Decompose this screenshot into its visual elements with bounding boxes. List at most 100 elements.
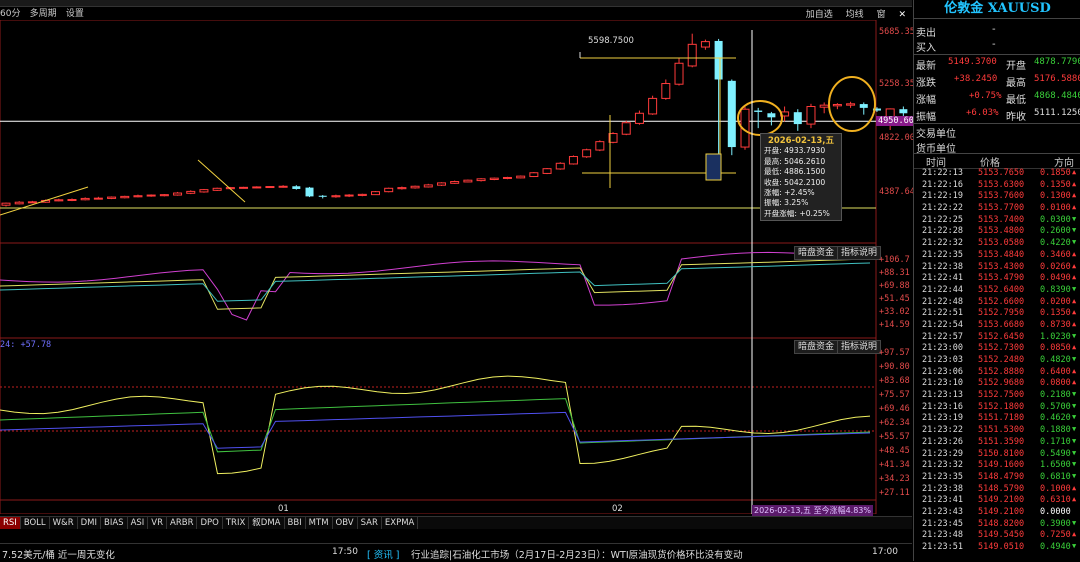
indicator-tab[interactable]: DMI	[78, 517, 101, 529]
rsi-axis-label: +88.31	[879, 268, 910, 278]
tick-price: 5152.9680	[978, 378, 1025, 389]
indicator-tab[interactable]: 叙DMA	[249, 517, 285, 529]
tick-row: 21:23:51 5149.0510 0.4940 ▼	[914, 542, 1080, 554]
settings-button[interactable]: 设置	[66, 9, 84, 19]
tooltip-open-change: 开盘涨幅: +0.25%	[764, 208, 830, 218]
tick-row: 21:22:44 5152.6400 0.8390 ▼	[914, 285, 1080, 297]
candle-body	[93, 197, 103, 200]
rsi3-axis-label: +75.57	[879, 390, 910, 400]
candle-body	[252, 186, 262, 189]
candle-body	[529, 172, 539, 178]
tick-row: 21:22:48 5152.6600 0.0200 ▲	[914, 297, 1080, 309]
indicator-tab[interactable]: MTM	[306, 517, 333, 529]
tick-row: 21:23:16 5152.1800 0.5700 ▼	[914, 402, 1080, 414]
add-watchlist-button[interactable]: 加自选	[806, 10, 833, 20]
prev-close-value: 5111.1250	[1034, 108, 1080, 118]
tick-row: 21:23:00 5152.7300 0.0850 ▲	[914, 343, 1080, 355]
indicator-tab[interactable]: DPO	[197, 517, 223, 529]
candle-body	[397, 187, 407, 190]
rsi3-axis-label: +27.11	[879, 488, 910, 498]
candle-body	[502, 176, 512, 179]
tick-volume: 0.5700	[1040, 401, 1071, 412]
tick-volume: 0.8390	[1040, 284, 1071, 295]
indicator-tab[interactable]: BOLL	[21, 517, 50, 529]
open-label: 开盘	[1006, 61, 1026, 72]
tooltip-amp: 振幅: 3.25%	[764, 198, 809, 208]
candle-body	[292, 186, 301, 189]
tick-volume: 1.6500	[1040, 460, 1071, 471]
indicator-tab[interactable]: EXPMA	[382, 517, 419, 529]
news-tag[interactable]: [ 资讯 ]	[367, 547, 399, 561]
window-button[interactable]: 窗	[877, 10, 886, 20]
down-arrow-icon: ▼	[1072, 413, 1077, 422]
candle-body	[27, 201, 37, 204]
indicator-tab[interactable]: ARBR	[167, 517, 198, 529]
tick-row: 21:22:38 5153.4300 0.0260 ▲	[914, 262, 1080, 274]
rsi3-line-mid	[0, 398, 871, 453]
indicator-tab[interactable]: BIAS	[101, 517, 128, 529]
tick-time: 21:23:00	[922, 343, 963, 354]
tick-row: 21:22:41 5153.4790 0.0490 ▲	[914, 273, 1080, 285]
chart-area[interactable]: 5685.353 5258.356 4950.605 4822.001 4387…	[0, 20, 921, 516]
candle-body	[133, 195, 143, 198]
tick-row: 21:23:32 5149.1600 1.6500 ▼	[914, 460, 1080, 472]
indicator-tab[interactable]: VR	[148, 517, 168, 529]
indicator-tab[interactable]: W&R	[50, 517, 78, 529]
candle-body	[846, 103, 856, 106]
buy-label: 买入	[916, 43, 936, 54]
news-headline[interactable]: 行业追踪|石油化工市场（2月17日-2月23日）：WTI原油现货价格环比没有变动	[411, 547, 743, 561]
tick-price: 5148.5790	[978, 483, 1025, 494]
tick-row: 21:23:41 5149.2100 0.6310 ▲	[914, 495, 1080, 507]
change-row: 涨跌 +38.2450 最高 5176.5880	[914, 72, 1080, 89]
tick-volume: 0.0850	[1040, 343, 1071, 354]
tick-row: 21:23:03 5152.2480 0.4820 ▼	[914, 355, 1080, 367]
up-arrow-icon: ▲	[1072, 366, 1077, 375]
indicator-help-button[interactable]: 指标说明	[837, 246, 882, 260]
dark-pool-button[interactable]: 暗盘资金	[794, 246, 839, 260]
close-icon[interactable]: ✕	[898, 10, 906, 20]
rsi3-axis-label: +83.68	[879, 376, 910, 386]
tick-price: 5149.2100	[978, 506, 1025, 517]
chart-canvas[interactable]	[0, 20, 912, 514]
period-button[interactable]: 60分	[0, 9, 20, 19]
tick-volume: 0.8730	[1040, 319, 1071, 330]
tick-time: 21:23:43	[922, 506, 963, 517]
candle-body	[595, 141, 605, 151]
dark-pool-button-2[interactable]: 暗盘资金	[794, 340, 839, 354]
up-arrow-icon: ▲	[1072, 261, 1077, 270]
up-arrow-icon: ▲	[1072, 530, 1077, 539]
tick-volume: 0.6310	[1040, 495, 1071, 506]
indicator-tab[interactable]: RSI	[0, 517, 21, 529]
tick-volume: 0.1350	[1040, 179, 1071, 190]
indicator-tab[interactable]: BBI	[285, 517, 306, 529]
indicator-help-button-2[interactable]: 指标说明	[837, 340, 882, 354]
rsi3-axis-label: +97.57	[879, 348, 910, 358]
multi-period-button[interactable]: 多周期	[30, 9, 57, 19]
down-arrow-icon: ▼	[1072, 331, 1077, 340]
high-value: 5176.5880	[1034, 74, 1080, 84]
x-axis-label: 02	[612, 504, 623, 514]
candle-body	[410, 185, 420, 189]
indicator-tab[interactable]: ASI	[128, 517, 149, 529]
candle-body	[173, 192, 183, 196]
indicator-tab[interactable]: OBV	[333, 517, 358, 529]
indicator-tab[interactable]: TRIX	[223, 517, 250, 529]
tick-row: 21:22:57 5152.6450 1.0230 ▼	[914, 332, 1080, 344]
indicator-tab[interactable]: SAR	[358, 517, 382, 529]
chart-toolbar: 60分 多周期 设置 加自选 均线 窗 ✕	[0, 6, 912, 20]
tick-list[interactable]: 21:22:13 5153.7650 0.1850 ▲ 21:22:16 5153.630…	[914, 168, 1080, 554]
ma-line-button[interactable]: 均线	[846, 10, 864, 20]
tick-row: 21:22:25 5153.7400 0.0300 ▼	[914, 215, 1080, 227]
candle-body	[634, 112, 644, 124]
up-arrow-icon: ▲	[1072, 495, 1077, 504]
tick-header-time: 时间	[926, 158, 946, 169]
up-arrow-icon: ▲	[1072, 296, 1077, 305]
rsi-axis-label: +51.45	[879, 294, 910, 304]
rsi3-axis-label: +41.34	[879, 460, 910, 470]
tick-time: 21:22:38	[922, 261, 963, 272]
tick-volume: 0.4940	[1040, 542, 1071, 552]
candle-body	[568, 156, 578, 165]
tick-price: 5152.6400	[978, 284, 1025, 295]
up-arrow-icon: ▲	[1072, 179, 1077, 188]
tick-time: 21:23:29	[922, 448, 963, 459]
